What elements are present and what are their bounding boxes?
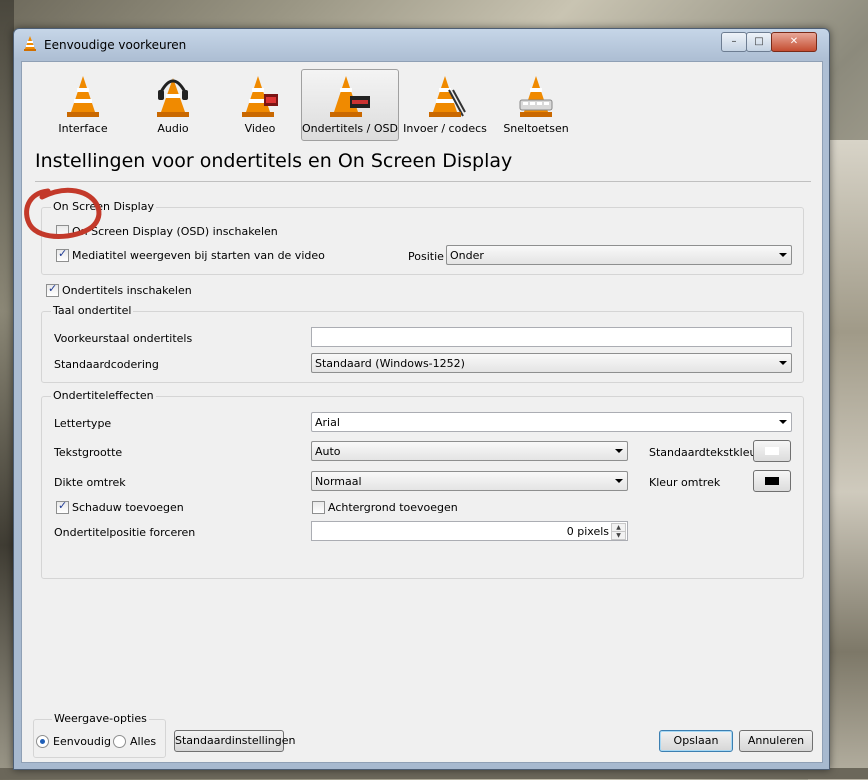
text-color-swatch bbox=[765, 447, 779, 455]
dialog-client-area: Interface Audio Video Ondertitels / OSD … bbox=[21, 61, 823, 763]
outline-value: Normaal bbox=[315, 475, 362, 488]
force-position-spinbox[interactable]: 0 pixels ▲ ▼ bbox=[311, 521, 628, 541]
category-input-codecs[interactable]: Invoer / codecs bbox=[397, 70, 493, 140]
category-video[interactable]: Video bbox=[212, 70, 308, 140]
chevron-down-icon bbox=[779, 361, 787, 365]
preferred-language-label: Voorkeurstaal ondertitels bbox=[54, 332, 193, 345]
background-label: Achtergrond toevoegen bbox=[328, 501, 458, 514]
osd-group-title: On Screen Display bbox=[51, 200, 156, 213]
chevron-down-icon bbox=[779, 420, 787, 424]
effects-group-title: Ondertiteleffecten bbox=[51, 389, 156, 402]
language-group-title: Taal ondertitel bbox=[51, 304, 134, 317]
encoding-value: Standaard (Windows-1252) bbox=[315, 357, 465, 370]
window-title: Eenvoudige voorkeuren bbox=[44, 38, 187, 52]
enable-osd-checkbox[interactable] bbox=[56, 225, 69, 238]
outline-color-label: Kleur omtrek bbox=[649, 476, 721, 489]
font-label: Lettertype bbox=[54, 417, 112, 430]
show-media-title-label: Mediatitel weergeven bij starten van de … bbox=[72, 249, 325, 262]
outline-label: Dikte omtrek bbox=[54, 476, 126, 489]
cancel-button[interactable]: Annuleren bbox=[739, 730, 813, 752]
page-title: Instellingen voor ondertitels en On Scre… bbox=[35, 150, 513, 172]
all-label: Alles bbox=[130, 735, 157, 748]
simple-radio[interactable] bbox=[36, 735, 49, 748]
chevron-down-icon bbox=[779, 253, 787, 257]
force-position-value: 0 pixels bbox=[566, 525, 609, 538]
outline-color-button[interactable] bbox=[753, 470, 791, 492]
category-label: Invoer / codecs bbox=[403, 122, 487, 135]
save-button[interactable]: Opslaan bbox=[659, 730, 733, 752]
font-value: Arial bbox=[315, 416, 340, 429]
category-label: Interface bbox=[58, 122, 108, 135]
category-audio[interactable]: Audio bbox=[125, 70, 221, 140]
enable-osd-label: On Screen Display (OSD) inschakelen bbox=[72, 225, 278, 238]
all-radio[interactable] bbox=[113, 735, 126, 748]
shadow-checkbox[interactable] bbox=[56, 499, 69, 514]
close-button[interactable]: ✕ bbox=[771, 32, 817, 52]
encoding-select[interactable]: Standaard (Windows-1252) bbox=[311, 353, 792, 373]
cone-subtitles-icon bbox=[330, 76, 370, 117]
enable-subtitles-label: Ondertitels inschakelen bbox=[62, 284, 192, 297]
text-size-label: Tekstgrootte bbox=[54, 446, 123, 459]
preferences-window: Eenvoudige voorkeuren – □ ✕ Interface Au… bbox=[13, 28, 830, 770]
chevron-down-icon bbox=[615, 479, 623, 483]
font-select[interactable]: Arial bbox=[311, 412, 792, 432]
view-options-title: Weergave-opties bbox=[52, 712, 149, 725]
preferred-language-input[interactable] bbox=[311, 327, 792, 347]
text-size-value: Auto bbox=[315, 445, 341, 458]
title-divider bbox=[35, 181, 811, 182]
encoding-label: Standaardcodering bbox=[54, 358, 159, 371]
text-color-button[interactable] bbox=[753, 440, 791, 462]
desktop-background-left bbox=[0, 0, 14, 779]
category-bar: Interface Audio Video Ondertitels / OSD … bbox=[22, 62, 822, 142]
outline-color-swatch bbox=[765, 477, 779, 485]
text-size-select[interactable]: Auto bbox=[311, 441, 628, 461]
position-value: Onder bbox=[450, 249, 484, 262]
cone-interface-icon bbox=[67, 76, 99, 117]
reset-defaults-button[interactable]: Standaardinstellingen bbox=[174, 730, 295, 752]
cone-headphones-icon bbox=[157, 78, 189, 117]
spin-down-icon[interactable]: ▼ bbox=[611, 531, 626, 540]
cone-codecs-icon bbox=[429, 76, 466, 117]
text-color-label: Standaardtekstkleur bbox=[649, 446, 761, 459]
force-position-label: Ondertitelpositie forceren bbox=[54, 526, 196, 539]
maximize-button[interactable]: □ bbox=[746, 32, 772, 52]
background-checkbox[interactable] bbox=[312, 501, 325, 514]
category-hotkeys[interactable]: Sneltoetsen bbox=[488, 70, 584, 140]
cone-hotkeys-icon bbox=[519, 76, 553, 117]
category-label: Ondertitels / OSD bbox=[302, 122, 398, 135]
shadow-label: Schaduw toevoegen bbox=[72, 501, 184, 514]
chevron-down-icon bbox=[615, 449, 623, 453]
category-label: Sneltoetsen bbox=[503, 122, 569, 135]
category-interface[interactable]: Interface bbox=[35, 70, 131, 140]
minimize-button[interactable]: – bbox=[721, 32, 747, 52]
category-label: Audio bbox=[157, 122, 189, 135]
show-media-title-checkbox[interactable] bbox=[56, 247, 69, 262]
vlc-cone-icon bbox=[24, 36, 36, 51]
category-label: Video bbox=[244, 122, 276, 135]
position-select[interactable]: Onder bbox=[446, 245, 792, 265]
position-label: Positie bbox=[408, 250, 444, 263]
title-bar[interactable]: Eenvoudige voorkeuren – □ ✕ bbox=[14, 29, 829, 59]
category-subtitles-osd[interactable]: Ondertitels / OSD bbox=[301, 69, 399, 141]
simple-label: Eenvoudig bbox=[53, 735, 111, 748]
outline-select[interactable]: Normaal bbox=[311, 471, 628, 491]
cone-video-icon bbox=[242, 76, 278, 117]
enable-subtitles-checkbox[interactable] bbox=[46, 282, 59, 297]
